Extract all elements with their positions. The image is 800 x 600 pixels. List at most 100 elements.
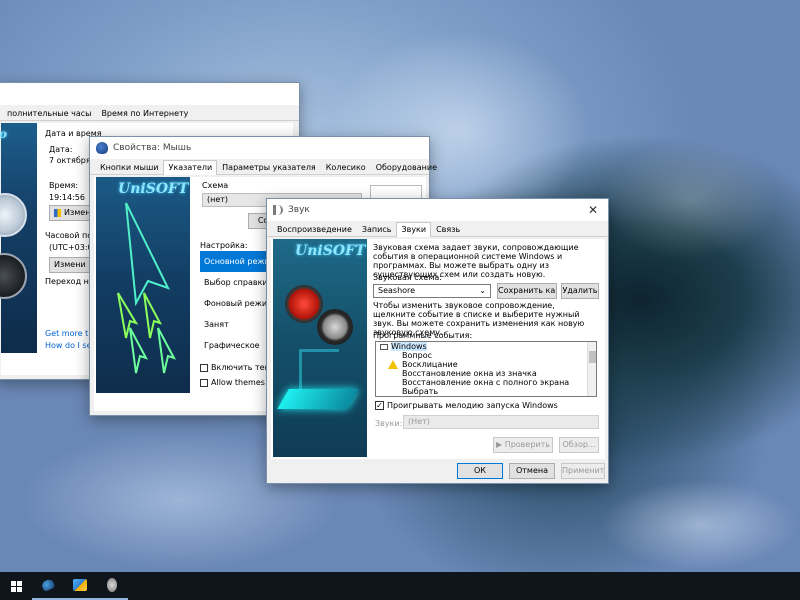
events-label: Программные события: (373, 331, 473, 340)
delete-button[interactable]: Удалить (561, 283, 599, 299)
event-label: Восклицание (402, 360, 458, 369)
stopwatch-icon (0, 193, 27, 237)
sounds-select: (Нет) (403, 415, 599, 429)
scrollbar-thumb[interactable] (589, 351, 596, 363)
save-as-button[interactable]: Сохранить как... (497, 283, 557, 299)
wallpaper-highlight (600, 480, 800, 570)
clock-art: o (0, 123, 37, 353)
mouse-title: Свойства: Мышь (113, 143, 192, 153)
startup-checkbox[interactable]: ✓ Проигрывать мелодию запуска Windows (375, 401, 558, 410)
scheme-value: (нет) (207, 195, 229, 204)
red-speaker-icon (285, 285, 323, 323)
browse-button: Обзор... (559, 437, 599, 453)
tab-wheel[interactable]: Колесико (321, 160, 371, 174)
logo-fragment: o (0, 127, 7, 141)
ok-button[interactable]: ОК (457, 463, 503, 479)
speaker-icon (273, 205, 283, 215)
event-item[interactable]: Восклицание (376, 360, 596, 369)
time-value: 19:14:56 (49, 193, 85, 202)
sound-panel: UniSOFT Звуковая схема задает звуки, соп… (271, 239, 605, 459)
start-button[interactable] (0, 572, 32, 600)
event-item[interactable]: Вопрос (376, 351, 596, 360)
cursor-list-label: Графическое выдел (204, 341, 260, 350)
sound-window: Звук ✕ Воспроизведение Запись Звуки Связ… (266, 198, 609, 484)
close-icon[interactable]: ✕ (578, 203, 608, 217)
tab-internet-time[interactable]: Время по Интернету (96, 106, 193, 120)
tab-sounds[interactable]: Звуки (396, 222, 432, 237)
sound-scheme-value: Seashore (378, 286, 416, 295)
shield-icon (54, 208, 61, 217)
sound-tabs: Воспроизведение Запись Звуки Связь (267, 221, 608, 237)
mouse-icon (40, 577, 56, 593)
event-item[interactable]: Восстановление окна из значка (376, 369, 596, 378)
control-panel-icon (73, 579, 87, 591)
how-set-link[interactable]: How do I set (45, 341, 95, 350)
event-label: Выбрать (402, 387, 439, 396)
gray-speaker-icon (317, 309, 353, 345)
cursor-arrows-art (117, 202, 177, 374)
sound-scheme-select[interactable]: Seashore ⌄ (373, 284, 491, 298)
glow-platform (277, 389, 359, 409)
date-label: Дата: (49, 145, 73, 154)
apply-button: Применить (561, 463, 605, 479)
event-label: Восстановление окна с полного экрана (402, 378, 570, 387)
tab-additional-clocks[interactable]: полнительные часы (2, 106, 96, 120)
mouse-art-panel: UniSOFT (96, 177, 190, 393)
change-timezone-button[interactable]: Измени (49, 257, 93, 273)
warning-icon (388, 360, 398, 369)
events-list[interactable]: Windows Вопрос Восклицание Восстановлени… (375, 341, 597, 397)
test-sound-button: ▶ Проверить (493, 437, 553, 453)
change-timezone-label: Измени (54, 260, 86, 269)
tab-pointer-options[interactable]: Параметры указателя (217, 160, 321, 174)
tab-recording[interactable]: Запись (357, 222, 397, 236)
themes-checkbox-box[interactable] (200, 378, 208, 387)
event-item[interactable]: Выбрать (376, 387, 596, 396)
mouse-tabs: Кнопки мыши Указатели Параметры указател… (90, 159, 437, 175)
ok-label: ОК (474, 466, 486, 475)
cursor-list-label: Занят (204, 320, 229, 329)
sound-icon (107, 578, 117, 592)
events-scrollbar[interactable] (587, 342, 596, 396)
taskbar-control-panel[interactable] (64, 572, 96, 600)
tab-communications[interactable]: Связь (431, 222, 465, 236)
start-icon (10, 580, 22, 592)
time-label: Время: (49, 181, 79, 190)
tab-pointers[interactable]: Указатели (163, 160, 218, 175)
scheme-label: Схема (202, 181, 229, 190)
cursor-list-label: Выбор справки (204, 278, 268, 287)
sound-art-panel: UniSOFT (273, 239, 367, 457)
datetime-titlebar[interactable] (0, 83, 299, 105)
taskbar-sound[interactable] (96, 572, 128, 600)
change-datetime-label: Измен (64, 208, 91, 217)
shadow-checkbox-box[interactable] (200, 363, 208, 372)
window-icon (380, 343, 388, 350)
event-group-windows[interactable]: Windows (376, 342, 596, 351)
apply-label: Применить (562, 466, 605, 475)
save-as-label: Сохранить как... (498, 286, 556, 295)
taskbar-mouse[interactable] (32, 572, 64, 600)
customize-label: Настройка: (200, 241, 248, 250)
delete-label: Удалить (562, 286, 598, 295)
event-label: Вопрос (402, 351, 432, 360)
test-sound-label: ▶ Проверить (496, 440, 550, 449)
startup-checkbox-box[interactable]: ✓ (375, 401, 384, 410)
sounds-label: Звуки: (375, 419, 403, 428)
cancel-button[interactable]: Отмена (509, 463, 555, 479)
mouse-titlebar[interactable]: Свойства: Мышь (90, 137, 429, 159)
datetime-tabs: полнительные часы Время по Интернету (0, 105, 299, 121)
cursor-list-label: Фоновый режим (204, 299, 274, 308)
chevron-down-icon: ⌄ (479, 286, 486, 295)
cancel-label: Отмена (515, 466, 549, 475)
taskbar (0, 572, 800, 600)
tab-mouse-buttons[interactable]: Кнопки мыши (95, 160, 163, 174)
tab-playback[interactable]: Воспроизведение (272, 222, 357, 236)
sound-titlebar[interactable]: Звук ✕ (267, 199, 608, 221)
tab-hardware[interactable]: Оборудование (371, 160, 442, 174)
sound-scheme-label: Звуковая схема: (373, 273, 442, 282)
event-label: Windows (391, 342, 427, 351)
mouse-icon (96, 142, 108, 154)
event-label: Восстановление окна из значка (402, 369, 537, 378)
clock-icon (0, 253, 27, 299)
startup-checkbox-label: Проигрывать мелодию запуска Windows (387, 401, 558, 410)
event-item[interactable]: Восстановление окна с полного экрана (376, 378, 596, 387)
